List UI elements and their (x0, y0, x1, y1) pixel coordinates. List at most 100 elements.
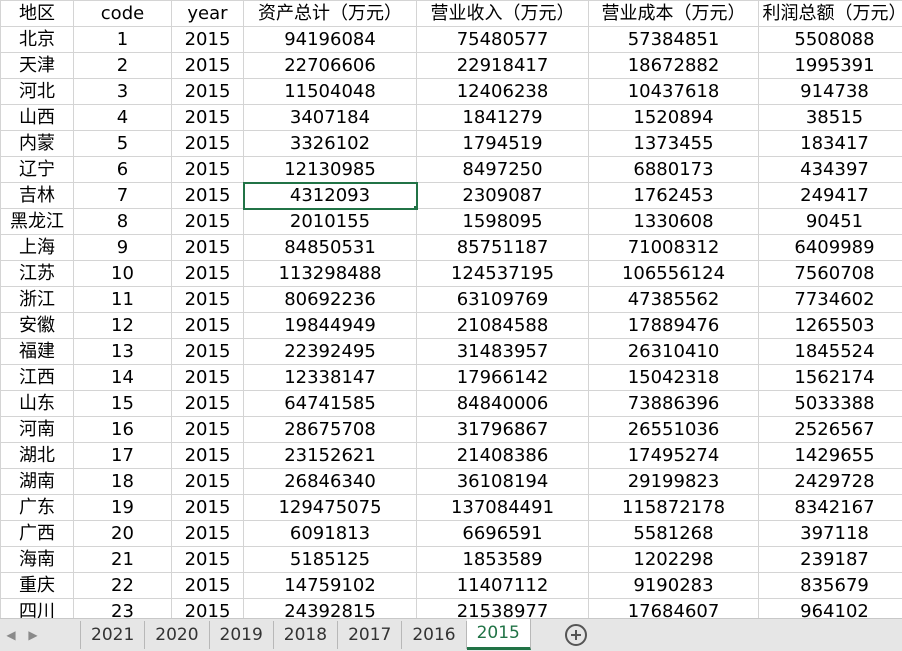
table-cell[interactable]: 1429655 (759, 443, 902, 469)
table-cell[interactable]: 5185125 (244, 547, 417, 573)
table-cell[interactable]: 2015 (172, 157, 244, 183)
table-cell[interactable]: 1598095 (417, 209, 589, 235)
table-cell[interactable]: 8342167 (759, 495, 902, 521)
table-cell[interactable]: 47385562 (589, 287, 759, 313)
table-cell[interactable]: 5581268 (589, 521, 759, 547)
table-cell[interactable]: 2015 (172, 209, 244, 235)
table-cell[interactable]: 上海 (1, 235, 74, 261)
table-cell[interactable]: 天津 (1, 53, 74, 79)
table-cell[interactable]: 75480577 (417, 27, 589, 53)
table-cell[interactable]: 7734602 (759, 287, 902, 313)
column-header-cell[interactable]: year (172, 1, 244, 27)
table-cell[interactable]: 8497250 (417, 157, 589, 183)
table-cell[interactable]: 29199823 (589, 469, 759, 495)
table-cell[interactable]: 2015 (172, 391, 244, 417)
table-cell[interactable]: 福建 (1, 339, 74, 365)
table-cell[interactable]: 71008312 (589, 235, 759, 261)
sheet-tab-2017[interactable]: 2017 (338, 621, 402, 649)
sheet-tab-2016[interactable]: 2016 (402, 621, 466, 649)
sheet-tab-2015[interactable]: 2015 (467, 619, 531, 650)
table-cell[interactable]: 19 (74, 495, 172, 521)
table-cell[interactable]: 22 (74, 573, 172, 599)
table-cell[interactable]: 吉林 (1, 183, 74, 209)
table-cell[interactable]: 21538977 (417, 599, 589, 619)
table-cell[interactable]: 2010155 (244, 209, 417, 235)
column-header-cell[interactable]: 营业成本（万元） (589, 1, 759, 27)
table-cell[interactable]: 10 (74, 261, 172, 287)
table-cell[interactable]: 124537195 (417, 261, 589, 287)
table-cell[interactable]: 河南 (1, 417, 74, 443)
table-cell[interactable]: 江苏 (1, 261, 74, 287)
table-cell[interactable]: 18672882 (589, 53, 759, 79)
table-cell[interactable]: 85751187 (417, 235, 589, 261)
table-cell[interactable]: 1995391 (759, 53, 902, 79)
table-cell[interactable]: 1 (74, 27, 172, 53)
table-cell[interactable]: 安徽 (1, 313, 74, 339)
column-header-cell[interactable]: 资产总计（万元） (244, 1, 417, 27)
table-cell[interactable]: 22918417 (417, 53, 589, 79)
table-cell[interactable]: 26846340 (244, 469, 417, 495)
table-cell[interactable]: 2015 (172, 131, 244, 157)
selected-cell[interactable]: 4312093 (244, 183, 417, 209)
table-cell[interactable]: 249417 (759, 183, 902, 209)
table-cell[interactable]: 12130985 (244, 157, 417, 183)
table-cell[interactable]: 北京 (1, 27, 74, 53)
table-cell[interactable]: 9 (74, 235, 172, 261)
table-cell[interactable]: 13 (74, 339, 172, 365)
table-cell[interactable]: 12 (74, 313, 172, 339)
table-cell[interactable]: 4 (74, 105, 172, 131)
table-cell[interactable]: 1794519 (417, 131, 589, 157)
table-cell[interactable]: 115872178 (589, 495, 759, 521)
table-cell[interactable]: 2015 (172, 417, 244, 443)
table-cell[interactable]: 17495274 (589, 443, 759, 469)
table-cell[interactable]: 15 (74, 391, 172, 417)
table-cell[interactable]: 浙江 (1, 287, 74, 313)
table-cell[interactable]: 23152621 (244, 443, 417, 469)
table-cell[interactable]: 14759102 (244, 573, 417, 599)
table-cell[interactable]: 15042318 (589, 365, 759, 391)
table-cell[interactable]: 3 (74, 79, 172, 105)
table-cell[interactable]: 22392495 (244, 339, 417, 365)
table-cell[interactable]: 9190283 (589, 573, 759, 599)
column-header-cell[interactable]: 营业收入（万元） (417, 1, 589, 27)
table-cell[interactable]: 山东 (1, 391, 74, 417)
table-cell[interactable]: 19844949 (244, 313, 417, 339)
table-cell[interactable]: 84840006 (417, 391, 589, 417)
table-cell[interactable]: 239187 (759, 547, 902, 573)
sheet-tab-2019[interactable]: 2019 (210, 621, 274, 649)
table-cell[interactable]: 1373455 (589, 131, 759, 157)
table-cell[interactable]: 17684607 (589, 599, 759, 619)
table-cell[interactable]: 广西 (1, 521, 74, 547)
table-cell[interactable]: 2015 (172, 27, 244, 53)
table-cell[interactable]: 90451 (759, 209, 902, 235)
table-cell[interactable]: 94196084 (244, 27, 417, 53)
table-cell[interactable]: 2015 (172, 495, 244, 521)
table-cell[interactable]: 137084491 (417, 495, 589, 521)
table-cell[interactable]: 21084588 (417, 313, 589, 339)
table-cell[interactable]: 964102 (759, 599, 902, 619)
table-cell[interactable]: 2015 (172, 53, 244, 79)
table-cell[interactable]: 106556124 (589, 261, 759, 287)
table-cell[interactable]: 31796867 (417, 417, 589, 443)
table-cell[interactable]: 广东 (1, 495, 74, 521)
chevron-right-icon[interactable]: ▶ (22, 620, 44, 650)
table-cell[interactable]: 10437618 (589, 79, 759, 105)
sheet-tab-2018[interactable]: 2018 (274, 621, 338, 649)
table-cell[interactable]: 7560708 (759, 261, 902, 287)
table-cell[interactable]: 2015 (172, 183, 244, 209)
table-cell[interactable]: 835679 (759, 573, 902, 599)
table-cell[interactable]: 7 (74, 183, 172, 209)
table-cell[interactable]: 21 (74, 547, 172, 573)
table-cell[interactable]: 11407112 (417, 573, 589, 599)
table-cell[interactable]: 山西 (1, 105, 74, 131)
table-cell[interactable]: 3326102 (244, 131, 417, 157)
table-cell[interactable]: 1202298 (589, 547, 759, 573)
table-cell[interactable]: 江西 (1, 365, 74, 391)
table-cell[interactable]: 914738 (759, 79, 902, 105)
table-cell[interactable]: 6 (74, 157, 172, 183)
table-cell[interactable]: 73886396 (589, 391, 759, 417)
table-cell[interactable]: 辽宁 (1, 157, 74, 183)
table-cell[interactable]: 2526567 (759, 417, 902, 443)
table-cell[interactable]: 16 (74, 417, 172, 443)
table-cell[interactable]: 17 (74, 443, 172, 469)
